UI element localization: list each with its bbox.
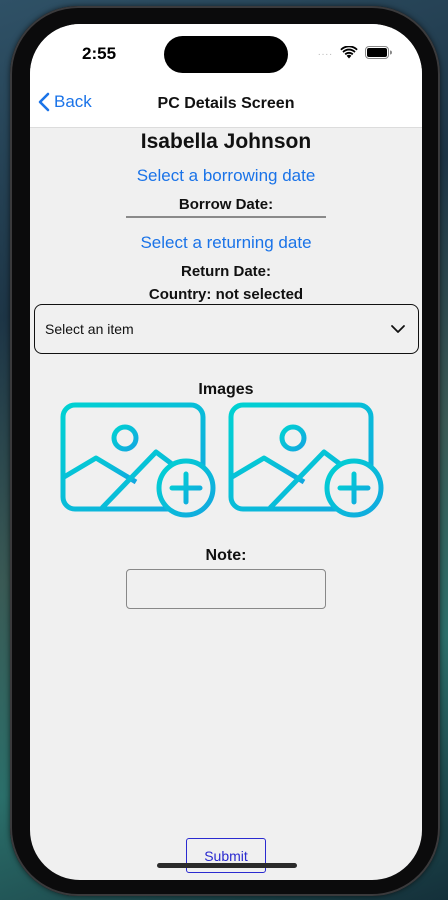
dropdown-placeholder: Select an item (45, 321, 134, 337)
select-return-date-link[interactable]: Select a returning date (30, 233, 422, 253)
item-dropdown[interactable]: Select an item (34, 304, 419, 354)
country-label: Country: not selected (148, 286, 304, 303)
page-title: PC Details Screen (157, 95, 295, 112)
borrow-date-label: Borrow Date: (178, 196, 274, 213)
add-image-button-1[interactable] (60, 402, 218, 520)
phone-screen: 2:55 .... Back PC Details Screen Isabell… (30, 24, 422, 880)
add-image-button-2[interactable] (228, 402, 386, 520)
select-borrow-date-link[interactable]: Select a borrowing date (30, 166, 422, 186)
user-name: Isabella Johnson (140, 130, 312, 153)
borrow-date-divider (126, 216, 326, 218)
images-label: Images (198, 381, 254, 398)
return-date-label: Return Date: (180, 263, 271, 280)
status-bar: 2:55 .... (30, 24, 422, 82)
signal-icon: .... (317, 47, 333, 58)
dynamic-island (164, 36, 288, 73)
status-time: 2:55 (82, 44, 117, 63)
wifi-icon (340, 46, 358, 59)
add-image-icon (60, 402, 216, 518)
battery-icon (365, 46, 392, 59)
status-icons: .... (318, 46, 392, 59)
add-image-icon (228, 402, 384, 518)
note-label: Note: (205, 547, 247, 564)
note-input[interactable] (126, 569, 326, 609)
navigation-bar: Back PC Details Screen (30, 82, 422, 128)
home-indicator (157, 863, 297, 868)
chevron-down-icon (391, 325, 405, 333)
